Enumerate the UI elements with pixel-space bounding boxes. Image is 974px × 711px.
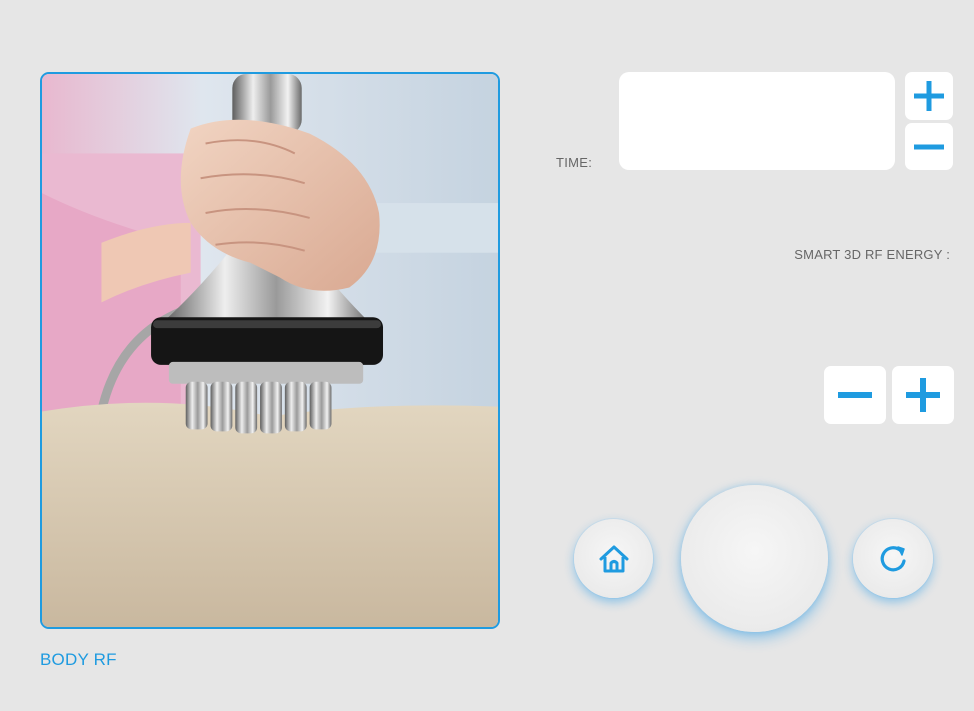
rf-control-screen: BODY RF TIME: SMART 3D RF ENERGY : <box>0 0 974 711</box>
energy-plus-button[interactable] <box>892 366 954 424</box>
energy-minus-button[interactable] <box>824 366 886 424</box>
refresh-icon <box>880 545 906 571</box>
home-button[interactable] <box>574 519 653 598</box>
minus-icon <box>914 144 944 149</box>
rf-handpiece-photo <box>42 74 498 627</box>
time-label: TIME: <box>556 155 593 170</box>
minus-icon <box>838 392 872 398</box>
time-minus-button[interactable] <box>905 123 953 170</box>
plus-icon <box>906 378 940 412</box>
energy-value <box>620 280 950 340</box>
mode-label: BODY RF <box>40 650 117 669</box>
energy-label: SMART 3D RF ENERGY : <box>794 247 950 262</box>
home-icon <box>599 545 628 572</box>
time-plus-button[interactable] <box>905 72 953 120</box>
refresh-button[interactable] <box>853 519 933 598</box>
plus-icon <box>914 81 944 111</box>
start-button[interactable] <box>681 485 828 632</box>
treatment-image <box>40 72 500 629</box>
time-display <box>619 72 895 170</box>
